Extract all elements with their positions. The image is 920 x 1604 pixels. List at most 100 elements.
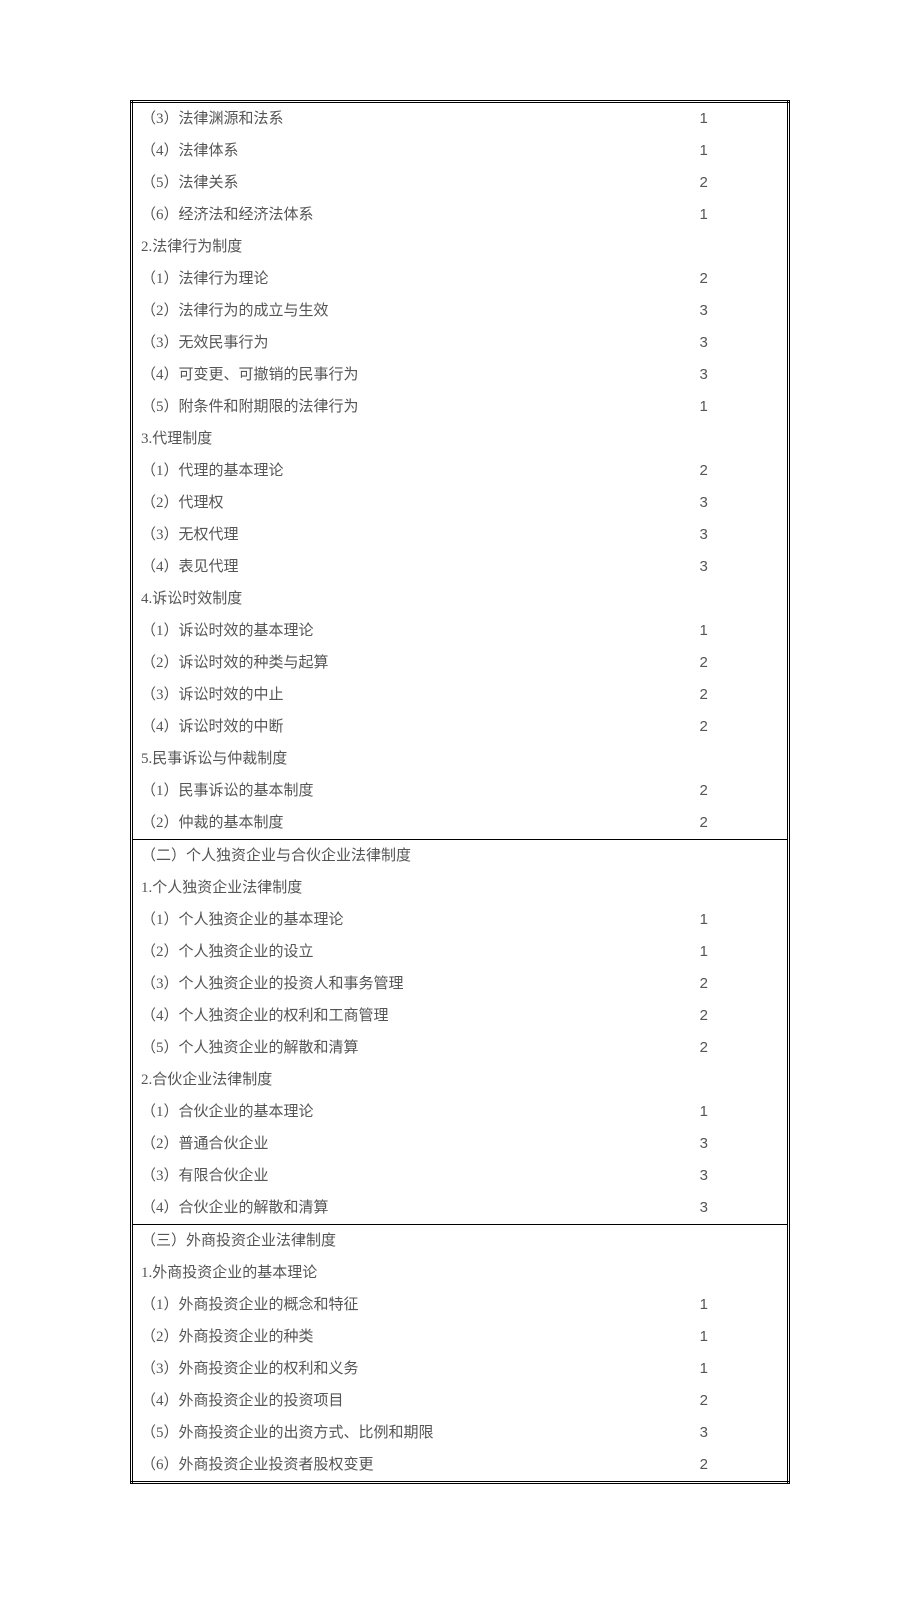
- table-row: （2）代理权3: [133, 487, 787, 519]
- row-value: [620, 840, 787, 872]
- table-row: （5）外商投资企业的出资方式、比例和期限3: [133, 1417, 787, 1449]
- table-row: （5）个人独资企业的解散和清算2: [133, 1032, 787, 1064]
- row-label: （3）法律渊源和法系: [133, 103, 620, 135]
- row-label: （2）法律行为的成立与生效: [133, 295, 620, 327]
- row-value: 3: [620, 295, 787, 327]
- row-label: （5）外商投资企业的出资方式、比例和期限: [133, 1417, 620, 1449]
- row-label: （1）外商投资企业的概念和特征: [133, 1289, 620, 1321]
- row-label: （6）外商投资企业投资者股权变更: [133, 1449, 620, 1481]
- row-value: 2: [620, 1000, 787, 1032]
- row-label: 2.合伙企业法律制度: [133, 1064, 620, 1096]
- row-label: （2）诉讼时效的种类与起算: [133, 647, 620, 679]
- table-row: （3）外商投资企业的权利和义务1: [133, 1353, 787, 1385]
- table-row: （4）合伙企业的解散和清算3: [133, 1192, 787, 1224]
- row-value: [620, 1225, 787, 1257]
- table-row: 4.诉讼时效制度: [133, 583, 787, 615]
- row-label: （2）仲裁的基本制度: [133, 807, 620, 839]
- row-value: [620, 583, 787, 615]
- table-row: （1）法律行为理论2: [133, 263, 787, 295]
- row-label: （2）外商投资企业的种类: [133, 1321, 620, 1353]
- table-row: （6）经济法和经济法体系1: [133, 199, 787, 231]
- row-value: 3: [620, 487, 787, 519]
- row-value: 1: [620, 391, 787, 423]
- row-label: （2）代理权: [133, 487, 620, 519]
- row-value: [620, 231, 787, 263]
- outline-table: （3）法律渊源和法系1（4）法律体系1（5）法律关系2（6）经济法和经济法体系1…: [130, 100, 790, 1484]
- row-value: 3: [620, 551, 787, 583]
- row-label: 1.个人独资企业法律制度: [133, 872, 620, 904]
- section-2: （三）外商投资企业法律制度1.外商投资企业的基本理论（1）外商投资企业的概念和特…: [132, 1225, 789, 1483]
- row-label: （4）个人独资企业的权利和工商管理: [133, 1000, 620, 1032]
- row-label: （4）可变更、可撤销的民事行为: [133, 359, 620, 391]
- section-table: （二）个人独资企业与合伙企业法律制度1.个人独资企业法律制度（1）个人独资企业的…: [133, 840, 787, 1224]
- table-row: （2）个人独资企业的设立1: [133, 936, 787, 968]
- row-label: （三）外商投资企业法律制度: [133, 1225, 620, 1257]
- row-label: （3）外商投资企业的权利和义务: [133, 1353, 620, 1385]
- row-label: （5）法律关系: [133, 167, 620, 199]
- row-value: 2: [620, 807, 787, 839]
- row-value: 2: [620, 1032, 787, 1064]
- row-value: 1: [620, 1321, 787, 1353]
- table-row: （6）外商投资企业投资者股权变更2: [133, 1449, 787, 1481]
- row-label: （2）个人独资企业的设立: [133, 936, 620, 968]
- row-value: 1: [620, 1353, 787, 1385]
- row-value: 1: [620, 615, 787, 647]
- table-row: （3）诉讼时效的中止2: [133, 679, 787, 711]
- row-label: （1）代理的基本理论: [133, 455, 620, 487]
- row-label: （3）有限合伙企业: [133, 1160, 620, 1192]
- row-value: 2: [620, 711, 787, 743]
- table-row: （2）仲裁的基本制度2: [133, 807, 787, 839]
- row-label: （4）诉讼时效的中断: [133, 711, 620, 743]
- row-value: 2: [620, 647, 787, 679]
- table-row: （4）个人独资企业的权利和工商管理2: [133, 1000, 787, 1032]
- row-value: 1: [620, 1096, 787, 1128]
- row-label: （二）个人独资企业与合伙企业法律制度: [133, 840, 620, 872]
- row-value: 1: [620, 135, 787, 167]
- row-value: 1: [620, 199, 787, 231]
- row-label: （5）个人独资企业的解散和清算: [133, 1032, 620, 1064]
- table-row: （2）外商投资企业的种类1: [133, 1321, 787, 1353]
- row-label: （3）无效民事行为: [133, 327, 620, 359]
- row-label: 4.诉讼时效制度: [133, 583, 620, 615]
- row-label: （3）诉讼时效的中止: [133, 679, 620, 711]
- row-label: 1.外商投资企业的基本理论: [133, 1257, 620, 1289]
- row-value: 3: [620, 1160, 787, 1192]
- table-row: （3）无效民事行为3: [133, 327, 787, 359]
- table-row: 3.代理制度: [133, 423, 787, 455]
- table-row: （3）无权代理3: [133, 519, 787, 551]
- table-row: （1）合伙企业的基本理论1: [133, 1096, 787, 1128]
- row-label: （4）外商投资企业的投资项目: [133, 1385, 620, 1417]
- table-row: （2）诉讼时效的种类与起算2: [133, 647, 787, 679]
- row-label: （6）经济法和经济法体系: [133, 199, 620, 231]
- table-row: （三）外商投资企业法律制度: [133, 1225, 787, 1257]
- row-value: 2: [620, 679, 787, 711]
- table-row: （4）外商投资企业的投资项目2: [133, 1385, 787, 1417]
- row-value: 3: [620, 1128, 787, 1160]
- table-row: （5）附条件和附期限的法律行为1: [133, 391, 787, 423]
- document-page: （3）法律渊源和法系1（4）法律体系1（5）法律关系2（6）经济法和经济法体系1…: [0, 0, 920, 1604]
- row-value: [620, 1064, 787, 1096]
- row-label: （4）法律体系: [133, 135, 620, 167]
- row-value: 2: [620, 167, 787, 199]
- row-value: [620, 423, 787, 455]
- table-row: （1）个人独资企业的基本理论1: [133, 904, 787, 936]
- table-row: （1）外商投资企业的概念和特征1: [133, 1289, 787, 1321]
- row-value: 2: [620, 1385, 787, 1417]
- row-value: 1: [620, 1289, 787, 1321]
- row-value: 2: [620, 1449, 787, 1481]
- row-value: [620, 1257, 787, 1289]
- row-label: （1）民事诉讼的基本制度: [133, 775, 620, 807]
- section-1: （二）个人独资企业与合伙企业法律制度1.个人独资企业法律制度（1）个人独资企业的…: [132, 840, 789, 1225]
- table-row: （4）法律体系1: [133, 135, 787, 167]
- table-row: （3）有限合伙企业3: [133, 1160, 787, 1192]
- row-value: 3: [620, 1417, 787, 1449]
- table-row: （5）法律关系2: [133, 167, 787, 199]
- table-row: （3）法律渊源和法系1: [133, 103, 787, 135]
- row-label: 5.民事诉讼与仲裁制度: [133, 743, 620, 775]
- row-value: 3: [620, 359, 787, 391]
- row-value: 1: [620, 103, 787, 135]
- row-value: 3: [620, 327, 787, 359]
- section-table: （三）外商投资企业法律制度1.外商投资企业的基本理论（1）外商投资企业的概念和特…: [133, 1225, 787, 1481]
- row-label: 3.代理制度: [133, 423, 620, 455]
- table-row: （1）民事诉讼的基本制度2: [133, 775, 787, 807]
